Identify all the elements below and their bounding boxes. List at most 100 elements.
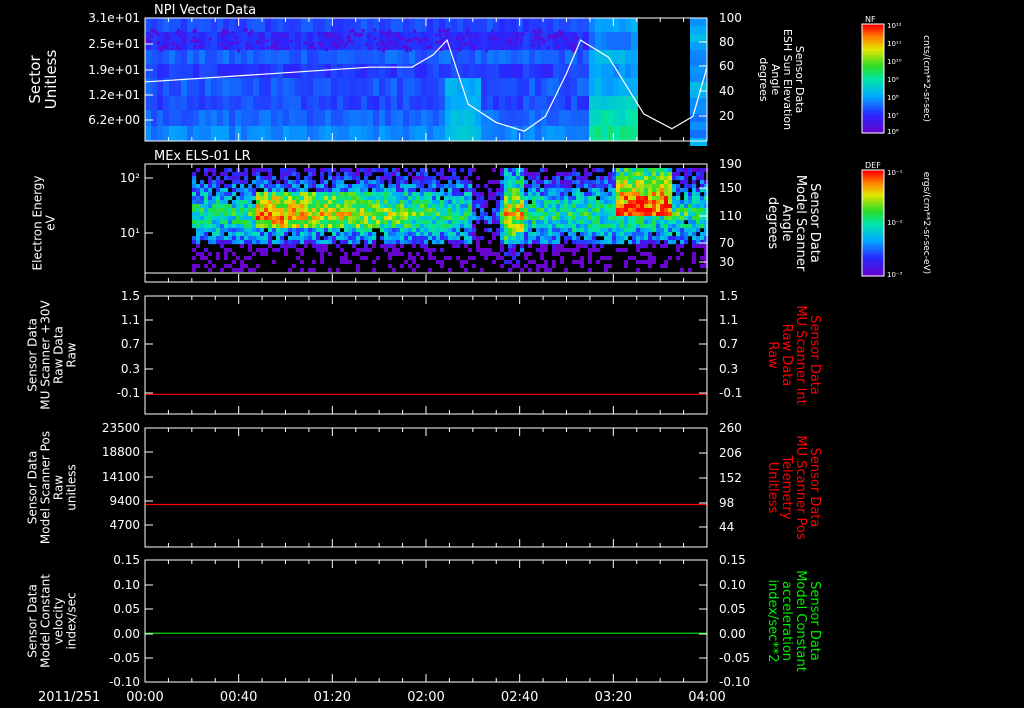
spectrogram-cell: [620, 232, 625, 237]
spectrogram-cell: [468, 188, 473, 193]
spectrogram-cell: [552, 228, 557, 233]
spectrogram-cell: [548, 236, 553, 241]
spectrogram-cell: [244, 168, 249, 173]
spectrogram-cell: [548, 188, 553, 193]
spectrogram-cell: [596, 228, 601, 233]
spectrogram-cell: [320, 252, 324, 256]
spectrogram-cell: [480, 252, 484, 256]
spectrogram-cell: [516, 184, 521, 189]
spectrogram-cell: [704, 208, 709, 213]
heatmap-cell: [361, 50, 368, 64]
spectrogram-cell: [332, 176, 337, 181]
spectrogram-cell: [360, 248, 364, 252]
heatmap-speck: [515, 31, 519, 35]
spectrogram-cell: [480, 268, 484, 272]
spectrogram-cell: [444, 184, 449, 189]
spectrogram-cell: [248, 204, 253, 209]
spectrogram-cell: [404, 196, 409, 201]
spectrogram-cell: [456, 180, 461, 185]
heatmap-cell: [613, 50, 620, 64]
spectrogram-cell: [608, 256, 612, 260]
spectrogram-cell: [196, 184, 201, 189]
heatmap-cell: [145, 110, 152, 126]
spectrogram-cell: [372, 196, 377, 201]
right-tick-label: 0.7: [719, 337, 738, 351]
spectrogram-cell: [356, 204, 361, 209]
spectrogram-cell: [196, 200, 201, 205]
spectrogram-cell: [280, 224, 285, 229]
spectrogram-cell: [528, 176, 533, 181]
spectrogram-cell: [680, 200, 685, 205]
spectrogram-cell: [224, 204, 229, 209]
spectrogram-cell: [588, 180, 593, 185]
spectrogram-cell: [648, 224, 653, 229]
spectrogram-cell: [532, 184, 537, 189]
spectrogram-cell: [676, 192, 681, 197]
spectrogram-cell: [328, 204, 333, 209]
spectrogram-cell: [416, 180, 421, 185]
spectrogram-cell: [468, 180, 473, 185]
spectrogram-cell: [360, 180, 365, 185]
spectrogram-cell: [204, 184, 209, 189]
spectrogram-cell: [684, 184, 689, 189]
spectrogram-cell: [428, 212, 433, 217]
spectrogram-cell: [192, 240, 197, 245]
spectrogram-cell: [280, 212, 285, 217]
spectrogram-cell: [340, 204, 345, 209]
spectrogram-cell: [508, 228, 513, 233]
spectrogram-cell: [456, 212, 461, 217]
spectrogram-cell: [644, 216, 649, 221]
spectrogram-cell: [236, 212, 241, 217]
spectrogram-cell: [340, 260, 344, 264]
spectrogram-cell: [616, 192, 621, 197]
heatmap-cell: [595, 78, 602, 96]
spectrogram-cell: [628, 168, 633, 173]
spectrogram-cell: [456, 232, 461, 237]
heatmap-cell: [690, 58, 707, 66]
spectrogram-cell: [516, 228, 521, 233]
heatmap-cell: [409, 110, 416, 126]
spectrogram-cell: [316, 248, 321, 253]
spectrogram-cell: [260, 228, 265, 233]
spectrogram-cell: [600, 224, 605, 229]
heatmap-cell: [307, 110, 314, 126]
heatmap-cell: [307, 50, 314, 64]
spectrogram-cell: [544, 212, 549, 217]
spectrogram-cell: [196, 252, 200, 256]
spectrogram-cell: [608, 200, 613, 205]
spectrogram-cell: [260, 236, 265, 241]
spectrogram-cell: [660, 188, 665, 193]
spectrogram-cell: [388, 244, 393, 249]
spectrogram-cell: [540, 212, 545, 217]
spectrogram-cell: [252, 212, 257, 217]
spectrogram-cell: [604, 220, 609, 225]
spectrogram-cell: [648, 176, 653, 181]
spectrogram-cell: [204, 204, 209, 209]
spectrogram-cell: [568, 196, 573, 201]
heatmap-cell: [241, 50, 248, 64]
spectrogram-cell: [352, 176, 357, 181]
spectrogram-cell: [624, 232, 629, 237]
spectrogram-cell: [236, 188, 241, 193]
spectrogram-cell: [656, 192, 661, 197]
spectrogram-cell: [240, 180, 245, 185]
spectrogram-cell: [412, 240, 417, 245]
spectrogram-cell: [200, 216, 205, 221]
spectrogram-cell: [536, 264, 540, 268]
spectrogram-cell: [324, 208, 329, 213]
heatmap-speck: [373, 28, 377, 32]
spectrogram-cell: [432, 196, 437, 201]
spectrogram-cell: [232, 260, 236, 264]
spectrogram-cell: [692, 260, 696, 264]
spectrogram-cell: [612, 204, 617, 209]
spectrogram-cell: [704, 196, 709, 201]
spectrogram-cell: [388, 264, 392, 268]
spectrogram-cell: [400, 224, 405, 229]
panel-frame: [144, 559, 708, 683]
spectrogram-cell: [336, 220, 341, 225]
spectrogram-cell: [584, 204, 589, 209]
spectrogram-cell: [304, 176, 309, 181]
spectrogram-cell: [232, 220, 237, 225]
heatmap-cell: [625, 96, 632, 110]
spectrogram-cell: [520, 188, 525, 193]
